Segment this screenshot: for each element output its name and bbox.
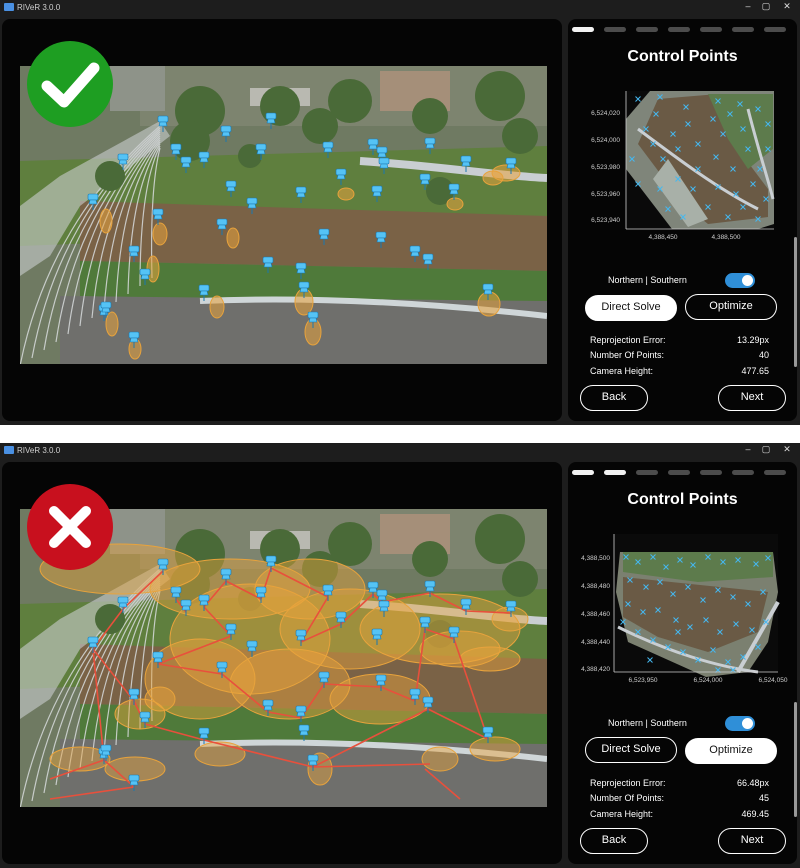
title-bar: RIVeR 3.0.0 – ▢ ✕: [0, 0, 800, 15]
direct-solve-button[interactable]: Direct Solve: [585, 295, 677, 321]
step-dot: [764, 470, 786, 475]
number-of-points-value: 45: [758, 793, 769, 803]
close-icon[interactable]: ✕: [779, 444, 795, 455]
back-button[interactable]: Back: [580, 385, 648, 411]
y-tick-label: 6,523,940: [591, 217, 620, 224]
reprojection-error-value: 66.48px: [736, 778, 769, 788]
close-icon[interactable]: ✕: [779, 1, 795, 12]
maximize-icon[interactable]: ▢: [758, 444, 774, 455]
step-dot: [764, 27, 786, 32]
uncertainty-ellipse: [421, 746, 459, 772]
x-tick-label: 4,388,450: [649, 234, 678, 241]
y-tick-label: 6,523,960: [591, 191, 620, 198]
toggle-knob: [742, 718, 753, 729]
uncertainty-ellipse: [194, 741, 246, 767]
x-tick-label: 6,523,950: [629, 677, 658, 684]
camera-height-label: Camera Height:: [590, 366, 654, 376]
reprojection-error-value: 13.29px: [736, 335, 769, 345]
step-indicator: [572, 27, 792, 33]
scrollbar[interactable]: [794, 237, 797, 367]
number-of-points-label: Number Of Points:: [590, 793, 665, 803]
x-icon: [27, 484, 113, 570]
next-button[interactable]: Next: [718, 385, 786, 411]
scrollbar[interactable]: [794, 702, 797, 817]
checkmark-icon: [27, 41, 113, 127]
uncertainty-ellipse: [99, 208, 113, 234]
image-panel: [2, 19, 562, 421]
y-tick-label: 4,388,480: [581, 583, 610, 590]
camera-height-value: 469.45: [741, 809, 769, 819]
step-dot: [732, 27, 754, 32]
y-tick-label: 4,388,420: [581, 666, 610, 673]
minimize-icon[interactable]: –: [740, 444, 756, 454]
step-dot: [700, 470, 722, 475]
number-of-points-label: Number Of Points:: [590, 350, 665, 360]
step-dot: [604, 27, 626, 32]
uncertainty-ellipse: [482, 170, 504, 186]
uncertainty-ellipse: [144, 686, 176, 712]
control-points-panel: Control Points 6,524,020 6,524,000 6,523…: [568, 19, 797, 421]
direct-solve-button[interactable]: Direct Solve: [585, 737, 677, 763]
y-tick-label: 6,523,980: [591, 164, 620, 171]
optimize-button[interactable]: Optimize: [685, 294, 777, 320]
hemisphere-label: Northern | Southern: [608, 275, 687, 285]
step-dot: [572, 27, 594, 32]
maximize-icon[interactable]: ▢: [758, 1, 774, 12]
app-title: RIVeR 3.0.0: [17, 3, 61, 12]
top-window: RIVeR 3.0.0 – ▢ ✕ Control Points 6,524,0…: [0, 0, 800, 425]
uncertainty-ellipse: [226, 227, 240, 249]
title-bar: RIVeR 3.0.0 – ▢ ✕: [0, 443, 800, 458]
hemisphere-label: Northern | Southern: [608, 718, 687, 728]
bottom-window: RIVeR 3.0.0 – ▢ ✕ Control Points 4,388,5…: [0, 443, 800, 868]
next-button[interactable]: Next: [718, 828, 786, 854]
optimize-button[interactable]: Optimize: [685, 738, 777, 764]
toggle-knob: [742, 275, 753, 286]
uncertainty-ellipse: [105, 311, 119, 337]
camera-height-label: Camera Height:: [590, 809, 654, 819]
back-button[interactable]: Back: [580, 828, 648, 854]
y-tick-label: 6,524,020: [591, 110, 620, 117]
y-tick-label: 4,388,460: [581, 611, 610, 618]
uncertainty-ellipse: [459, 646, 521, 672]
app-icon: [4, 446, 14, 454]
hemisphere-toggle[interactable]: [725, 716, 755, 731]
hemisphere-toggle[interactable]: [725, 273, 755, 288]
x-tick-label: 6,524,050: [759, 677, 788, 684]
control-points-panel: Control Points 4,388,500 4,388,480 4,388…: [568, 462, 797, 864]
step-dot: [636, 470, 658, 475]
step-indicator: [572, 470, 792, 476]
image-panel: [2, 462, 562, 864]
minimize-icon[interactable]: –: [740, 1, 756, 11]
step-dot: [700, 27, 722, 32]
step-dot: [668, 470, 690, 475]
x-tick-label: 6,524,000: [694, 677, 723, 684]
uncertainty-ellipse: [446, 197, 464, 211]
uncertainty-ellipse: [337, 187, 355, 201]
x-tick-label: 4,388,500: [712, 234, 741, 241]
panel-heading: Control Points: [627, 48, 738, 65]
y-tick-label: 4,388,500: [581, 555, 610, 562]
y-tick-label: 4,388,440: [581, 639, 610, 646]
app-icon: [4, 3, 14, 11]
y-tick-label: 6,524,000: [591, 137, 620, 144]
number-of-points-value: 40: [758, 350, 769, 360]
uncertainty-ellipse: [469, 736, 521, 762]
uncertainty-ellipse: [152, 222, 168, 246]
app-title: RIVeR 3.0.0: [17, 446, 61, 455]
uncertainty-ellipse: [209, 295, 225, 319]
step-dot: [732, 470, 754, 475]
uncertainty-ellipse: [477, 291, 501, 317]
reprojection-error-label: Reprojection Error:: [590, 335, 666, 345]
step-dot: [636, 27, 658, 32]
control-points-plot: 6,524,020 6,524,000 6,523,980 6,523,960 …: [568, 89, 797, 244]
step-dot: [668, 27, 690, 32]
panel-heading: Control Points: [627, 491, 738, 508]
control-points-plot: 4,388,500 4,388,480 4,388,460 4,388,440 …: [568, 532, 797, 687]
step-dot: [572, 470, 594, 475]
step-dot: [604, 470, 626, 475]
reprojection-error-label: Reprojection Error:: [590, 778, 666, 788]
camera-height-value: 477.65: [741, 366, 769, 376]
